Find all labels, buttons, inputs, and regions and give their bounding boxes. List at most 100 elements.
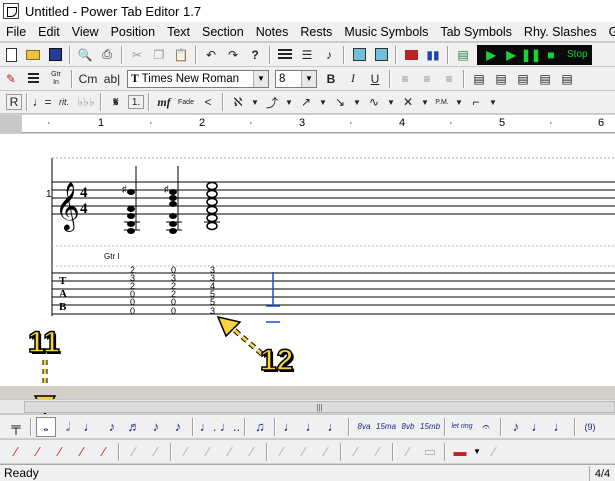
copy-button[interactable]: ❐ [149, 45, 169, 65]
tuning-button[interactable] [401, 45, 421, 65]
marcato-button[interactable]: ♩ [324, 417, 344, 437]
slash-rest-button[interactable]: ⁄ [398, 442, 418, 462]
menu-music-symbols[interactable]: Music Symbols [338, 22, 434, 42]
fermata-button[interactable]: 𝄐 [476, 417, 496, 437]
zoom-out-button[interactable] [371, 45, 391, 65]
mixer-button[interactable]: ▤ [453, 45, 473, 65]
vibrato-button[interactable]: ∿ [364, 92, 384, 112]
menu-position[interactable]: Position [105, 22, 161, 42]
fret-number[interactable]: 3 [210, 306, 215, 316]
tap-button[interactable]: ✕ [398, 92, 418, 112]
chord-2[interactable]: ♯ [164, 166, 182, 234]
barline-button[interactable]: ▤ [469, 69, 489, 89]
slash-dotted-button[interactable]: ⁄ [124, 442, 144, 462]
segno-button[interactable]: 𝄋 [106, 92, 126, 112]
key-signature-button[interactable]: ♭♭♭ [76, 92, 96, 112]
bold-button[interactable]: B [321, 69, 341, 89]
ritardando-button[interactable]: rit. [54, 92, 74, 112]
align-center-button[interactable]: ≡ [417, 69, 437, 89]
slash-slide-button[interactable]: ⁄ [294, 442, 314, 462]
double-barline-button[interactable]: ▤ [491, 69, 511, 89]
sixty-fourth-note-button[interactable]: ♪ [168, 417, 188, 437]
tempo-marker-button[interactable]: ♩= [32, 92, 52, 112]
slash-whole-button[interactable]: ⁄ [6, 442, 26, 462]
quindicesima-button[interactable]: 15ma [376, 417, 396, 437]
ottava-bassa-button[interactable]: 8vb [398, 417, 418, 437]
new-file-button[interactable] [1, 45, 21, 65]
staccato-button[interactable]: ♩ [302, 417, 322, 437]
menu-edit[interactable]: Edit [32, 22, 66, 42]
slash-accent-button[interactable]: ⁄ [198, 442, 218, 462]
print-preview-button[interactable]: 🔍 [75, 45, 95, 65]
slash-color-dropdown[interactable]: ▼ [472, 442, 482, 462]
palm-mute-dropdown[interactable]: ▼ [454, 92, 464, 112]
stop-button[interactable]: ■ [541, 45, 561, 65]
menu-section[interactable]: Section [196, 22, 250, 42]
horizontal-scrollbar[interactable]: ||| [0, 399, 615, 413]
whole-note-button[interactable]: 𝅝 [36, 416, 56, 437]
accent-button[interactable]: ♩ [280, 417, 300, 437]
chord-name-button[interactable]: Cm [77, 69, 99, 89]
slash-double-dotted-button[interactable]: ⁄ [146, 442, 166, 462]
align-left-button[interactable]: ≡ [395, 69, 415, 89]
underline-button[interactable]: U [365, 69, 385, 89]
play-from-start-button[interactable]: ▶ [501, 45, 521, 65]
palm-mute-button[interactable]: P.M. [432, 92, 452, 112]
half-note-button[interactable]: 𝅗𝅥 [58, 417, 78, 437]
volta-button[interactable]: 1. [128, 95, 144, 109]
sixteenth-note-button[interactable]: ♬ [124, 417, 144, 437]
keyboard-button[interactable] [275, 45, 295, 65]
slide-out-button[interactable]: ↘ [330, 92, 350, 112]
crescendo-button[interactable]: < [198, 92, 218, 112]
guitar-button[interactable]: ✎ [1, 69, 21, 89]
tie-button[interactable]: ♫ [250, 417, 270, 437]
menu-guitar[interactable]: Gui [603, 22, 615, 42]
slash-tie-button[interactable]: ⁄ [176, 442, 196, 462]
menu-rests[interactable]: Rests [294, 22, 338, 42]
redo-button[interactable]: ↷ [223, 45, 243, 65]
bend-dropdown[interactable]: ▼ [284, 92, 294, 112]
align-right-button[interactable]: ≡ [439, 69, 459, 89]
undo-button[interactable]: ↶ [201, 45, 221, 65]
end-bar-button[interactable]: ▤ [557, 69, 577, 89]
chevron-down-icon[interactable]: ▼ [301, 70, 316, 87]
harmonics-dropdown[interactable]: ▼ [250, 92, 260, 112]
menu-file[interactable]: File [0, 22, 32, 42]
double-dotted-button[interactable]: ♩.. [220, 417, 240, 437]
keyboard-button[interactable] [23, 69, 43, 89]
zoom-in-button[interactable] [349, 45, 369, 65]
staff-button[interactable]: ╤ [6, 417, 26, 437]
slide-button[interactable]: ↗ [296, 92, 316, 112]
save-button[interactable] [45, 45, 65, 65]
slash-quarter-button[interactable]: ⁄ [50, 442, 70, 462]
pick-stroke-dropdown[interactable]: ▼ [488, 92, 498, 112]
volume-swell-button[interactable]: Fade [176, 92, 196, 112]
eighth-note-button[interactable]: ♪ [102, 417, 122, 437]
rehearsal-sign-button[interactable]: R [6, 94, 22, 110]
menu-view[interactable]: View [66, 22, 105, 42]
cut-button[interactable]: ✂ [127, 45, 147, 65]
slash-muted-button[interactable]: ⁄ [242, 442, 262, 462]
trill-button[interactable]: ♩ [550, 417, 570, 437]
pick-stroke-button[interactable]: ⌐ [466, 92, 486, 112]
font-size-dropdown[interactable]: 8 ▼ [275, 69, 317, 88]
slash-staccato-button[interactable]: ⁄ [220, 442, 240, 462]
slash-eighth-button[interactable]: ⁄ [72, 442, 92, 462]
font-name-dropdown[interactable]: T Times New Roman ▼ [127, 69, 269, 88]
tap-dropdown[interactable]: ▼ [420, 92, 430, 112]
dotted-button[interactable]: ♩. [198, 417, 218, 437]
score-info-button[interactable]: ☰ [297, 45, 317, 65]
paste-button[interactable]: 📋 [171, 45, 191, 65]
let-ring-button[interactable]: let ring [450, 417, 474, 437]
ottava-button[interactable]: 8va [354, 417, 374, 437]
open-file-button[interactable] [23, 45, 43, 65]
print-button[interactable]: ⎙ [97, 45, 117, 65]
scrollbar-thumb[interactable]: ||| [24, 401, 615, 413]
menu-notes[interactable]: Notes [250, 22, 295, 42]
repeat-end-button[interactable]: ▤ [535, 69, 555, 89]
menu-tab-symbols[interactable]: Tab Symbols [434, 22, 518, 42]
dynamic-button[interactable]: mf [154, 92, 174, 112]
text-button[interactable]: ab| [101, 69, 123, 89]
score-drawing[interactable]: 1 𝄞 4 4 ♯ ♯ Gtr I T A B 2 3 2 0 0 0 0 3 … [0, 134, 615, 396]
slash-pickstroke-button[interactable]: ⁄ [346, 442, 366, 462]
